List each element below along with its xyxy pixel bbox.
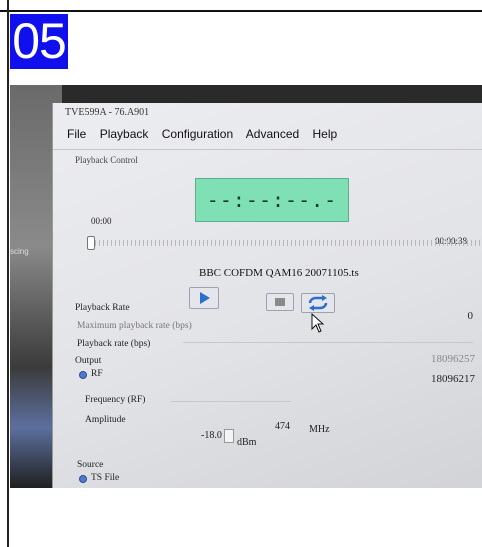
top-divider xyxy=(0,10,482,12)
timecode-display: --:--:--.- xyxy=(195,178,349,222)
rate-divider xyxy=(183,342,473,343)
frequency-value[interactable]: 474 xyxy=(275,421,290,432)
playback-rate-value: 0 xyxy=(467,310,474,322)
background-label: scing xyxy=(10,247,29,256)
rate-value-2: 18096217 xyxy=(431,373,475,385)
output-label: Output xyxy=(75,356,102,366)
source-label: Source xyxy=(77,460,104,470)
frequency-label: Frequency (RF) xyxy=(85,395,146,405)
ts-file-label: TS File xyxy=(91,473,120,483)
max-rate-label: Maximum playback rate (bps) xyxy=(77,321,192,331)
rf-radio[interactable] xyxy=(79,371,87,379)
frequency-divider xyxy=(171,401,291,402)
stop-button[interactable] xyxy=(266,293,294,311)
elapsed-time: 00:00 xyxy=(91,216,112,226)
step-number-badge: 05 xyxy=(10,14,68,69)
menu-configuration[interactable]: Configuration xyxy=(162,127,233,141)
window-title: TVE599A - 76.A901 xyxy=(65,107,150,118)
rate-bps-label: Playback rate (bps) xyxy=(77,339,151,349)
menu-playback[interactable]: Playback xyxy=(100,127,149,141)
amplitude-unit: dBm xyxy=(237,437,257,448)
menu-divider xyxy=(53,149,482,150)
left-divider xyxy=(7,0,9,547)
menu-help[interactable]: Help xyxy=(313,127,338,141)
seek-slider[interactable] xyxy=(91,240,481,246)
playback-control-label: Playback Control xyxy=(75,155,138,165)
amplitude-value[interactable]: -18.0 xyxy=(201,430,222,441)
play-button[interactable] xyxy=(189,287,219,309)
rate-value-1: 18096257 xyxy=(431,353,475,365)
amplitude-spinner[interactable] xyxy=(224,429,234,443)
screen-photo: scing TVE599A - 76.A901 File Playback Co… xyxy=(10,85,482,488)
menu-bar: File Playback Configuration Advanced Hel… xyxy=(67,127,347,141)
file-name: BBC COFDM QAM16 20071105.ts xyxy=(199,267,359,279)
seek-slider-thumb[interactable] xyxy=(87,236,95,250)
menu-advanced[interactable]: Advanced xyxy=(246,127,299,141)
frequency-unit: MHz xyxy=(309,424,330,435)
playback-rate-label: Playback Rate xyxy=(75,303,130,313)
application-window: TVE599A - 76.A901 File Playback Configur… xyxy=(52,103,482,488)
ts-file-radio[interactable] xyxy=(79,475,87,483)
menu-file[interactable]: File xyxy=(67,127,86,141)
mouse-cursor-icon xyxy=(311,313,325,333)
rf-label: RF xyxy=(91,369,103,379)
loop-button[interactable] xyxy=(301,293,335,313)
play-icon xyxy=(200,292,210,304)
stop-icon xyxy=(275,298,285,306)
amplitude-label: Amplitude xyxy=(85,415,126,425)
loop-icon xyxy=(308,295,328,311)
